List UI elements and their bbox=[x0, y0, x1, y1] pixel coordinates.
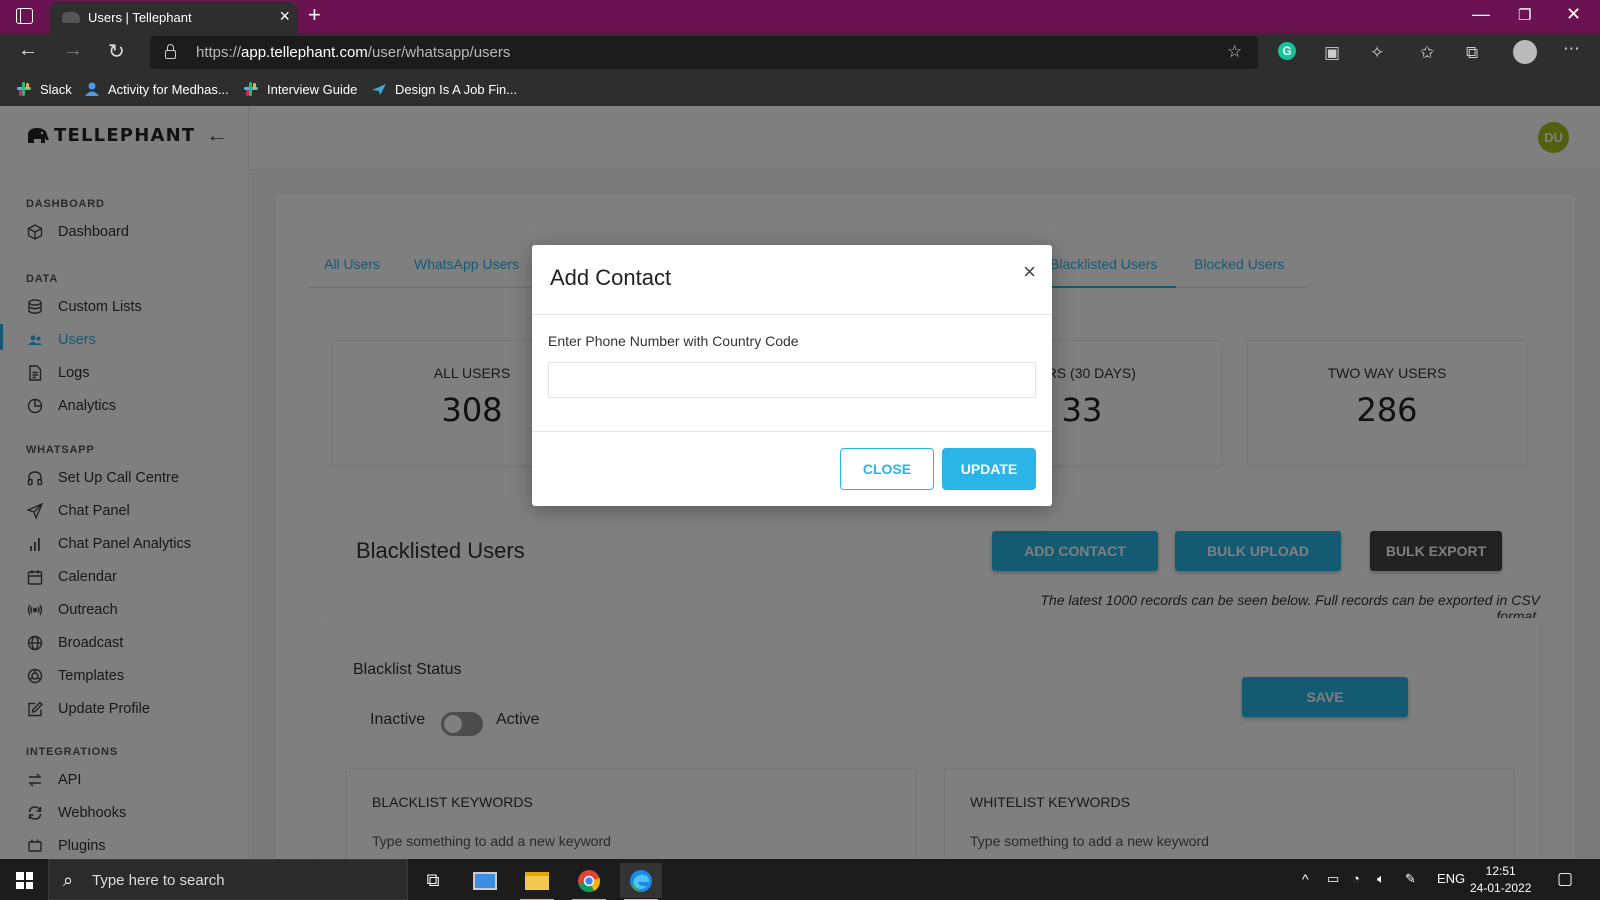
add-favorite-icon[interactable]: ☆ bbox=[1227, 42, 1242, 62]
forward-icon[interactable]: → bbox=[63, 39, 83, 62]
search-icon: ⌕ bbox=[63, 870, 74, 890]
edge-icon[interactable] bbox=[620, 863, 662, 900]
taskbar-clock[interactable]: 12:51 24-01-2022 bbox=[1470, 863, 1531, 897]
clock-time: 12:51 bbox=[1485, 864, 1516, 878]
network-icon[interactable]: ◔ bbox=[1352, 871, 1360, 886]
phone-number-input[interactable] bbox=[548, 362, 1036, 398]
user-icon bbox=[84, 81, 100, 97]
chrome-icon[interactable] bbox=[568, 863, 610, 900]
collections-icon[interactable]: ⧉ bbox=[1466, 43, 1478, 63]
pen-icon[interactable]: ✎ bbox=[1405, 871, 1416, 887]
address-bar[interactable]: https://app.tellephant.com/user/whatsapp… bbox=[150, 36, 1258, 69]
windows-start-icon[interactable] bbox=[16, 872, 33, 889]
minimize-icon[interactable]: — bbox=[1472, 4, 1490, 25]
tellephant-favicon-icon bbox=[62, 12, 80, 23]
tray-chevron-icon[interactable]: ^ bbox=[1302, 871, 1309, 887]
slack-icon bbox=[243, 81, 259, 97]
clock-date: 24-01-2022 bbox=[1470, 881, 1532, 895]
lock-icon[interactable] bbox=[165, 44, 176, 59]
new-tab-icon[interactable]: + bbox=[308, 2, 321, 28]
notifications-icon[interactable]: ▢ bbox=[1557, 869, 1573, 889]
tab-actions-icon[interactable] bbox=[16, 8, 33, 24]
bookmark-activity[interactable]: Activity for Medhas... bbox=[84, 81, 229, 97]
browser-tab[interactable]: Users | Tellephant × bbox=[50, 2, 298, 33]
phone-number-label: Enter Phone Number with Country Code bbox=[548, 333, 799, 349]
back-icon[interactable]: ← bbox=[18, 39, 38, 62]
add-contact-modal: Add Contact × Enter Phone Number with Co… bbox=[532, 245, 1052, 506]
browser-navbar: ← → ↻ https://app.tellephant.com/user/wh… bbox=[0, 33, 1600, 73]
close-window-icon[interactable]: ✕ bbox=[1566, 4, 1581, 25]
url-text[interactable]: https://app.tellephant.com/user/whatsapp… bbox=[196, 44, 510, 61]
browser-titlebar: Users | Tellephant × + — ❐ ✕ bbox=[0, 0, 1600, 33]
more-icon[interactable]: ⋯ bbox=[1563, 39, 1580, 59]
app-monitor-icon[interactable] bbox=[464, 863, 506, 898]
file-explorer-icon[interactable] bbox=[516, 863, 558, 900]
grammarly-icon[interactable]: G bbox=[1278, 42, 1296, 60]
refresh-icon[interactable]: ↻ bbox=[108, 39, 125, 64]
update-button[interactable]: UPDATE bbox=[942, 448, 1036, 490]
modal-close-icon[interactable]: × bbox=[1023, 259, 1036, 285]
profile-icon[interactable] bbox=[1513, 40, 1537, 64]
bookmark-interview-guide[interactable]: Interview Guide bbox=[243, 81, 357, 97]
modal-divider bbox=[532, 314, 1052, 315]
bookmark-design-job[interactable]: Design Is A Job Fin... bbox=[371, 81, 517, 97]
slack-icon bbox=[16, 81, 32, 97]
search-placeholder: Type here to search bbox=[92, 872, 225, 889]
battery-icon[interactable]: ▭ bbox=[1327, 871, 1339, 887]
modal-title: Add Contact bbox=[550, 265, 672, 290]
favorites-icon[interactable]: ✩ bbox=[1420, 43, 1434, 63]
tab-title: Users | Tellephant bbox=[88, 10, 192, 25]
extension-icon[interactable]: ▣ bbox=[1324, 43, 1340, 63]
task-view-icon[interactable]: ⧉ bbox=[412, 863, 454, 898]
taskbar-search[interactable]: ⌕ Type here to search bbox=[48, 859, 408, 900]
bird-icon bbox=[371, 81, 387, 97]
modal-divider bbox=[532, 431, 1052, 432]
extensions-puzzle-icon[interactable]: ✧ bbox=[1370, 43, 1384, 63]
tab-close-icon[interactable]: × bbox=[279, 7, 290, 25]
app-root: TELLEPHANT ← DASHBOARD Dashboard DATA Cu… bbox=[0, 106, 1600, 859]
bookmark-slack[interactable]: Slack bbox=[16, 81, 72, 97]
restore-icon[interactable]: ❐ bbox=[1518, 6, 1531, 24]
windows-taskbar: ⌕ Type here to search ⧉ ^ ▭ ◔ 🔈︎ ✎ ENG 1… bbox=[0, 859, 1600, 900]
close-button[interactable]: CLOSE bbox=[840, 448, 934, 490]
language-indicator[interactable]: ENG bbox=[1437, 871, 1465, 886]
bookmarks-bar: Slack Activity for Medhas... Interview G… bbox=[0, 73, 1600, 106]
volume-icon[interactable]: 🔈︎ bbox=[1377, 871, 1385, 887]
